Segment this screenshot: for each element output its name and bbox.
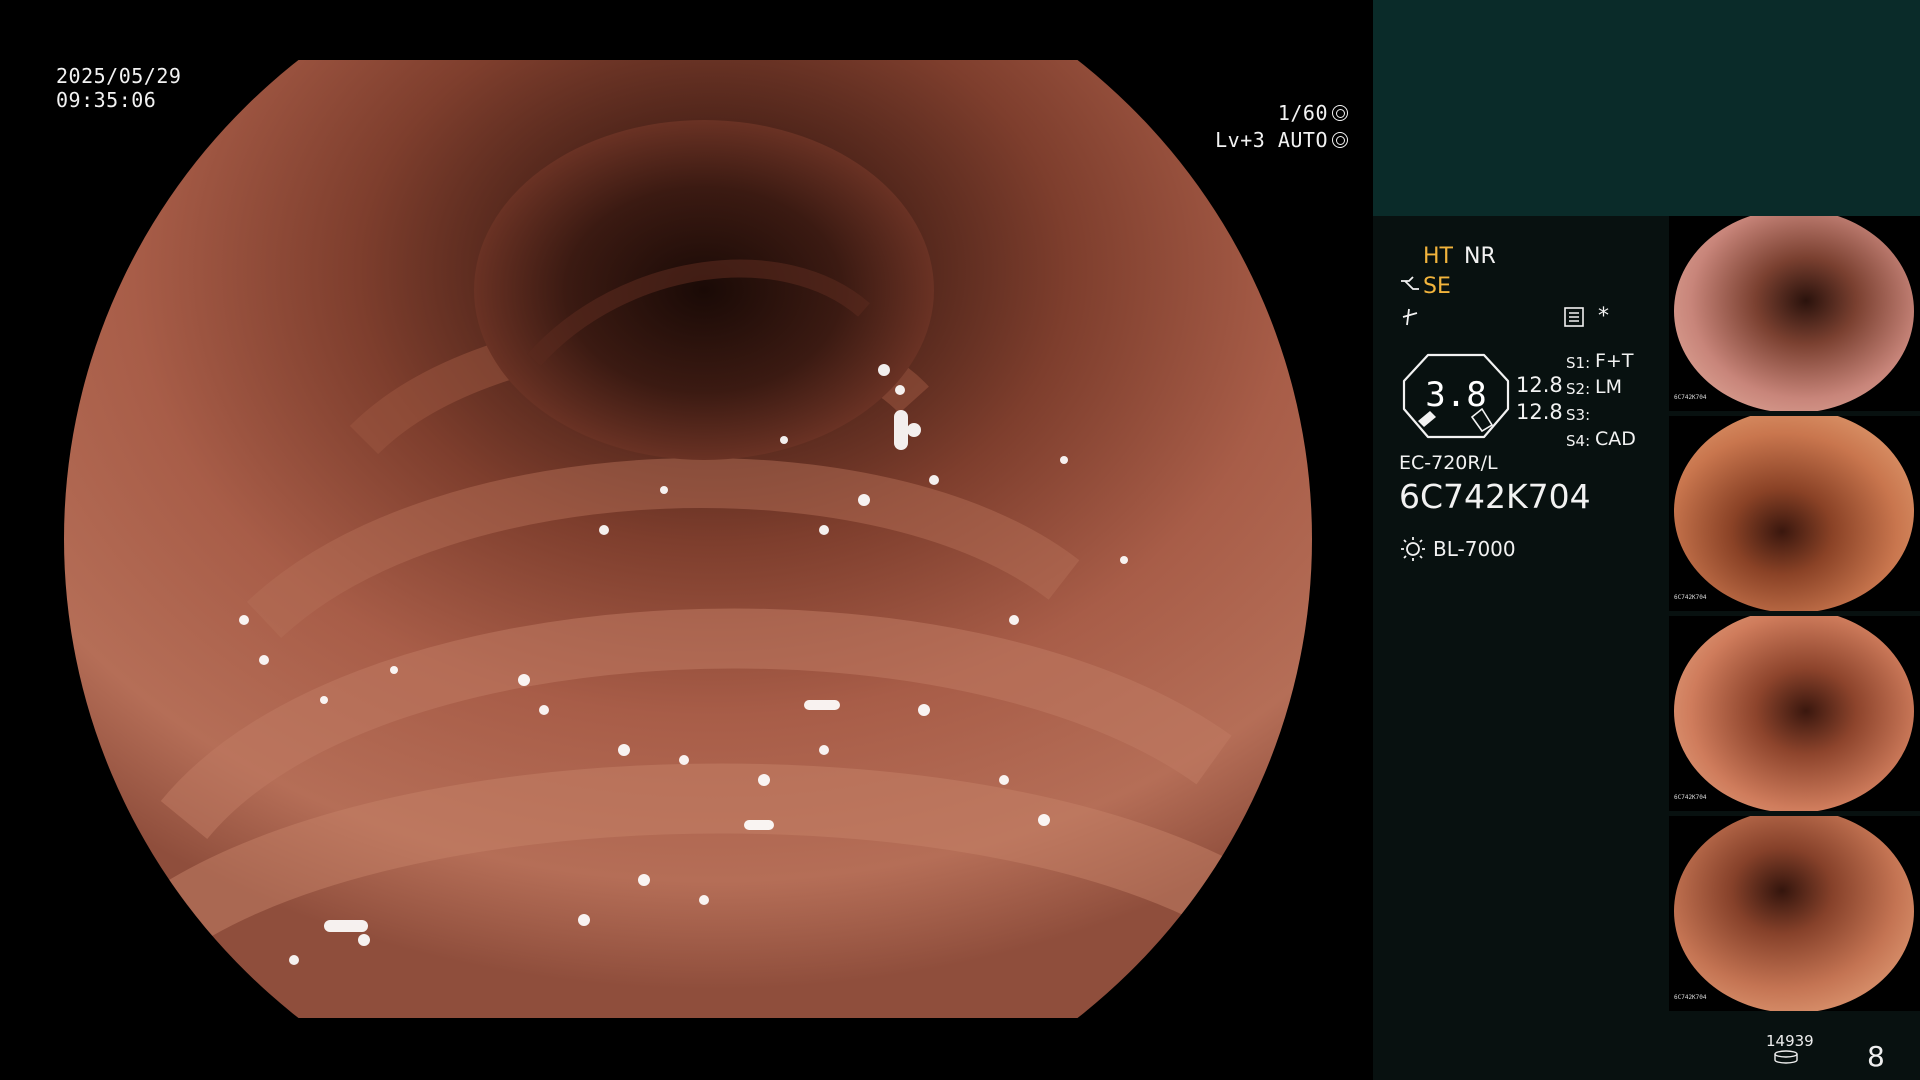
lightning-icon — [1399, 305, 1421, 327]
thumbnail-id: 6C742K704 — [1674, 394, 1707, 401]
thumbnail-1[interactable]: 6C742K704 — [1669, 216, 1920, 411]
gauge-value: 3.8 — [1425, 375, 1487, 415]
thumbnail-2[interactable]: 6C742K704 — [1669, 416, 1920, 611]
thumbnail-id: 6C742K704 — [1674, 994, 1707, 1001]
settings-info: HT NR SE * 3.8 12.8 12.8 S1: F+T S2: LM … — [1373, 216, 1673, 1080]
lamp-icon — [1399, 534, 1427, 562]
page-number: 8 — [1867, 1040, 1885, 1073]
thumbnail-4[interactable]: 6C742K704 — [1669, 816, 1920, 1011]
fan-icon — [1332, 104, 1348, 121]
s2-value: LM — [1595, 376, 1622, 398]
thumbnail-id: 6C742K704 — [1674, 794, 1707, 801]
date-time-readout: 2025/05/29 09:35:06 — [56, 64, 181, 112]
status-panel: HT NR SE * 3.8 12.8 12.8 S1: F+T S2: LM … — [1373, 0, 1920, 1080]
star-indicator: * — [1598, 304, 1609, 329]
panel-header-area — [1373, 0, 1920, 216]
s1-label: S1: — [1566, 354, 1591, 372]
level-text: Lv+3 AUTO — [1215, 127, 1328, 152]
image-count: 14939 — [1766, 1032, 1814, 1064]
mode-nr: NR — [1464, 244, 1496, 269]
time-text: 09:35:06 — [56, 88, 157, 112]
scope-model: EC-720R/L — [1399, 452, 1498, 474]
gear-icon — [1332, 131, 1348, 148]
pen-icon — [1399, 275, 1421, 297]
s4-value: CAD — [1595, 428, 1636, 450]
disk-icon — [1774, 1050, 1798, 1064]
date-text: 2025/05/29 — [56, 64, 182, 88]
mode-se: SE — [1423, 274, 1451, 299]
s2-label: S2: — [1566, 380, 1591, 398]
endoscope-main-view: 2025/05/29 09:35:06 1/60 Lv+3 AUTO — [0, 0, 1372, 1080]
scope-serial: 6C742K704 — [1399, 477, 1591, 516]
s4-label: S4: — [1566, 432, 1591, 450]
endoscopic-image — [64, 60, 1312, 1018]
gauge-top-value: 12.8 — [1516, 373, 1563, 397]
colon-lumen-image — [64, 60, 1312, 1018]
shutter-text: 1/60 — [1277, 100, 1328, 125]
gauge-bottom-value: 12.8 — [1516, 400, 1563, 424]
zoom-gauge: 3.8 — [1400, 351, 1512, 439]
thumbnail-3[interactable]: 6C742K704 — [1669, 616, 1920, 811]
s1-value: F+T — [1595, 350, 1634, 372]
s3-label: S3: — [1566, 406, 1591, 424]
thumbnail-id: 6C742K704 — [1674, 594, 1707, 601]
mode-ht: HT — [1423, 244, 1453, 269]
image-count-text: 14939 — [1766, 1032, 1814, 1050]
light-source: BL-7000 — [1433, 537, 1516, 561]
report-icon — [1563, 306, 1585, 328]
exposure-readout: 1/60 Lv+3 AUTO — [1215, 99, 1348, 153]
